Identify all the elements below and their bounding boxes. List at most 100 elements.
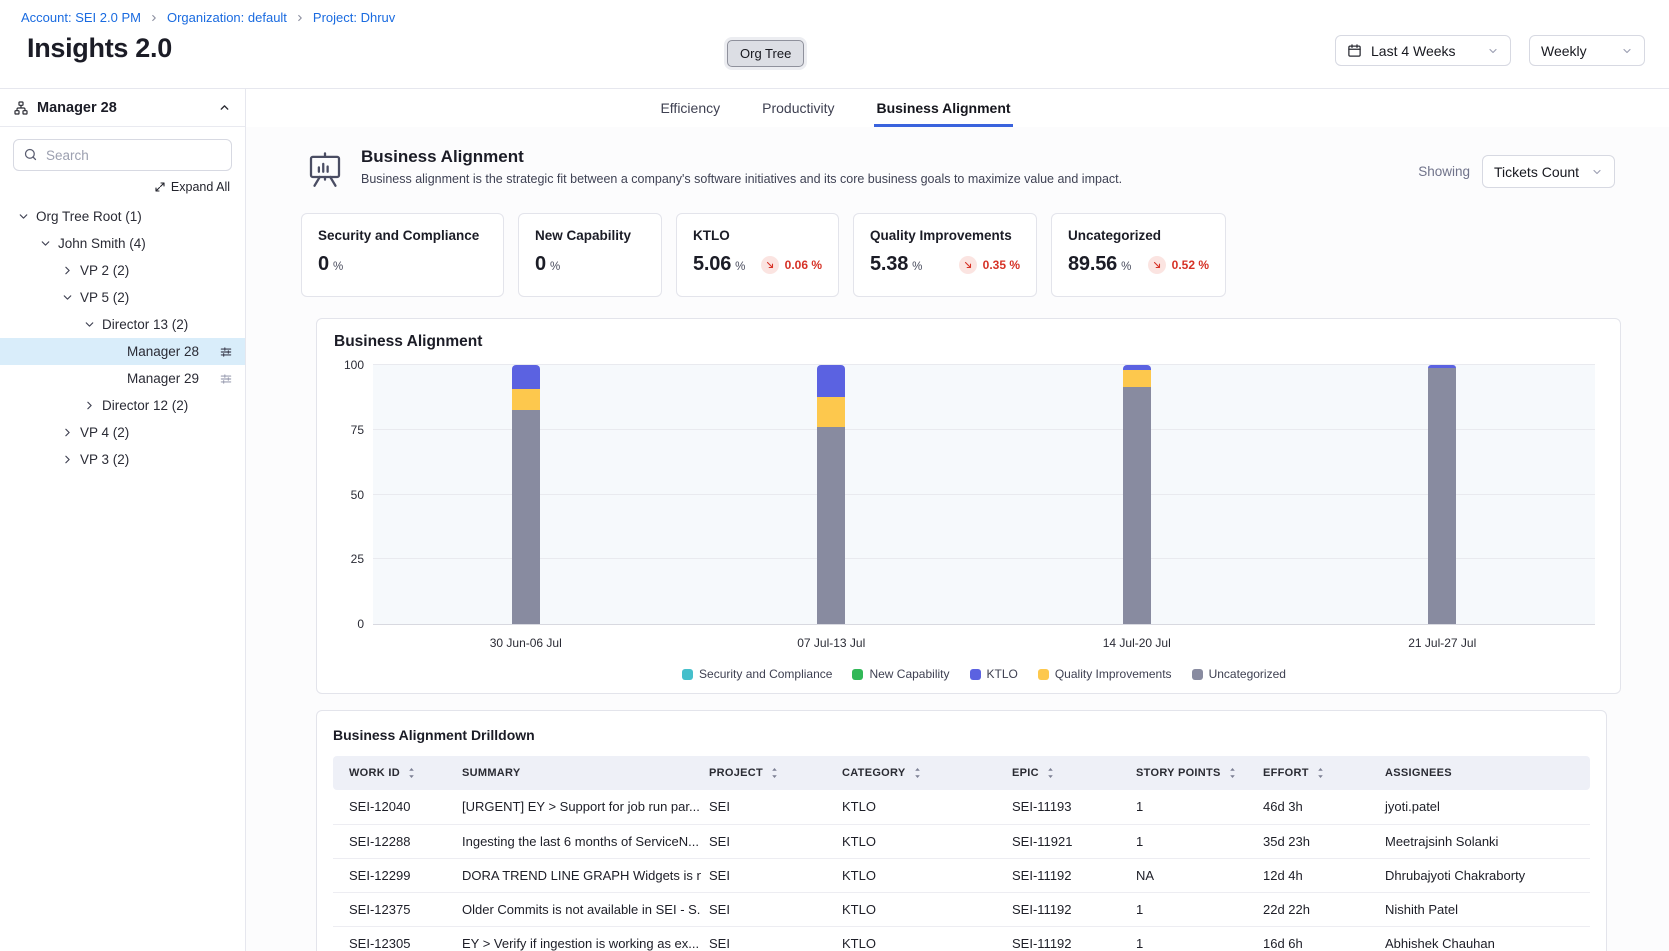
tree-item[interactable]: Org Tree Root (1) <box>0 203 245 230</box>
date-range-select[interactable]: Last 4 Weeks <box>1335 35 1511 66</box>
summary-card: KTLO5.06%0.06 % <box>676 213 839 297</box>
x-axis-label: 14 Jul-20 Jul <box>984 636 1290 650</box>
chevron-right-icon[interactable] <box>61 453 74 466</box>
summary-card-title: New Capability <box>535 228 645 243</box>
chevron-down-icon <box>1591 166 1603 178</box>
sort-icon[interactable] <box>406 767 417 779</box>
summary-card-value-row: 89.56%0.52 % <box>1068 253 1209 276</box>
stacked-bar[interactable] <box>1123 365 1151 624</box>
cell-work_id: SEI-12040 <box>333 790 454 824</box>
expand-all-button[interactable]: Expand All <box>0 171 245 198</box>
bar-segment-uncategorized <box>1428 368 1456 624</box>
table-row[interactable]: SEI-12375Older Commits is not available … <box>333 892 1590 926</box>
column-header-category[interactable]: CATEGORY <box>834 756 1004 790</box>
filter-sliders-icon[interactable] <box>219 345 233 359</box>
chevron-right-icon[interactable] <box>83 399 96 412</box>
cell-summary: EY > Verify if ingestion is working as e… <box>454 926 701 951</box>
summary-card-unit: % <box>550 261 560 273</box>
cell-effort: 46d 3h <box>1255 790 1377 824</box>
column-header-project[interactable]: PROJECT <box>701 756 834 790</box>
sort-icon[interactable] <box>769 767 780 779</box>
granularity-select[interactable]: Weekly <box>1529 35 1645 66</box>
summary-card-unit: % <box>333 261 343 273</box>
stacked-bar[interactable] <box>817 365 845 624</box>
cell-story_points: NA <box>1128 858 1255 892</box>
chevron-down-icon[interactable] <box>83 318 96 331</box>
cell-assignees: Meetrajsinh Solanki <box>1377 824 1590 858</box>
cell-work_id: SEI-12288 <box>333 824 454 858</box>
legend-label: New Capability <box>869 667 949 681</box>
filter-sliders-icon[interactable] <box>219 372 233 386</box>
column-header-work_id[interactable]: WORK ID <box>333 756 454 790</box>
trend-badge: 0.35 % <box>959 256 1020 274</box>
sort-icon[interactable] <box>1227 767 1238 779</box>
chevron-down-icon[interactable] <box>61 291 74 304</box>
tab-productivity[interactable]: Productivity <box>760 89 836 127</box>
legend-item: Uncategorized <box>1192 667 1286 681</box>
trend-down-icon <box>1148 256 1166 274</box>
sort-icon[interactable] <box>1315 767 1326 779</box>
chart-x-labels: 30 Jun-06 Jul07 Jul-13 Jul14 Jul-20 Jul2… <box>373 636 1595 650</box>
summary-card-value-row: 0% <box>535 253 645 276</box>
legend-item: Security and Compliance <box>682 667 832 681</box>
tree-item[interactable]: VP 3 (2) <box>0 446 245 473</box>
showing-select[interactable]: Tickets Count <box>1482 155 1615 188</box>
chevron-down-icon <box>1621 45 1633 57</box>
table-row[interactable]: SEI-12299DORA TREND LINE GRAPH Widgets i… <box>333 858 1590 892</box>
cell-summary: Older Commits is not available in SEI - … <box>454 892 701 926</box>
legend-label: KTLO <box>987 667 1018 681</box>
column-header-effort[interactable]: EFFORT <box>1255 756 1377 790</box>
legend-label: Quality Improvements <box>1055 667 1172 681</box>
tree-item[interactable]: John Smith (4) <box>0 230 245 257</box>
chevron-right-icon <box>149 13 159 23</box>
tree-item[interactable]: Director 13 (2) <box>0 311 245 338</box>
chevron-down-icon[interactable] <box>17 210 30 223</box>
org-tree-button[interactable]: Org Tree <box>727 40 804 67</box>
tree-item[interactable]: Manager 29 <box>0 365 245 392</box>
table-row[interactable]: SEI-12305EY > Verify if ingestion is wor… <box>333 926 1590 951</box>
tree-item[interactable]: Director 12 (2) <box>0 392 245 419</box>
stacked-bar[interactable] <box>512 365 540 624</box>
org-tree-sidebar: Manager 28 Expand All Org Tree Root (1)J… <box>0 89 246 951</box>
column-header-epic[interactable]: EPIC <box>1004 756 1128 790</box>
table-row[interactable]: SEI-12288Ingesting the last 6 months of … <box>333 824 1590 858</box>
search-input[interactable] <box>13 139 232 171</box>
column-header-story_points[interactable]: STORY POINTS <box>1128 756 1255 790</box>
tree-item[interactable]: VP 4 (2) <box>0 419 245 446</box>
sort-icon[interactable] <box>1045 767 1056 779</box>
stacked-bar[interactable] <box>1428 365 1456 624</box>
summary-card: Uncategorized89.56%0.52 % <box>1051 213 1226 297</box>
summary-card: Quality Improvements5.38%0.35 % <box>853 213 1037 297</box>
summary-card-value: 0 <box>535 253 546 276</box>
sort-icon[interactable] <box>912 767 923 779</box>
search-icon <box>23 147 38 162</box>
y-axis-tick-label: 25 <box>351 552 364 566</box>
sidebar-title: Manager 28 <box>37 100 117 116</box>
tree-item[interactable]: VP 5 (2) <box>0 284 245 311</box>
tree-item-label: Manager 28 <box>127 344 199 359</box>
trend-delta-value: 0.35 % <box>983 258 1020 272</box>
table-row[interactable]: SEI-12040[URGENT] EY > Support for job r… <box>333 790 1590 824</box>
chevron-right-icon[interactable] <box>61 264 74 277</box>
cell-story_points: 1 <box>1128 824 1255 858</box>
tree-item[interactable]: Manager 28 <box>0 338 245 365</box>
breadcrumb-account[interactable]: Account: SEI 2.0 PM <box>21 10 141 25</box>
legend-label: Uncategorized <box>1209 667 1286 681</box>
tree-item[interactable]: VP 2 (2) <box>0 257 245 284</box>
summary-card-value-row: 5.06%0.06 % <box>693 253 822 276</box>
chevron-down-icon <box>1487 45 1499 57</box>
tab-business-alignment[interactable]: Business Alignment <box>874 89 1012 127</box>
summary-card-unit: % <box>1121 261 1131 273</box>
tab-efficiency[interactable]: Efficiency <box>658 89 722 127</box>
chevron-up-icon[interactable] <box>218 101 231 114</box>
top-bar: Account: SEI 2.0 PM Organization: defaul… <box>0 0 1669 89</box>
cell-effort: 22d 22h <box>1255 892 1377 926</box>
breadcrumb-project[interactable]: Project: Dhruv <box>313 10 395 25</box>
chevron-down-icon[interactable] <box>39 237 52 250</box>
chevron-right-icon[interactable] <box>61 426 74 439</box>
legend-item: KTLO <box>970 667 1018 681</box>
granularity-value: Weekly <box>1541 43 1587 59</box>
breadcrumb-organization[interactable]: Organization: default <box>167 10 287 25</box>
legend-swatch <box>682 669 693 680</box>
expand-icon <box>154 181 166 193</box>
